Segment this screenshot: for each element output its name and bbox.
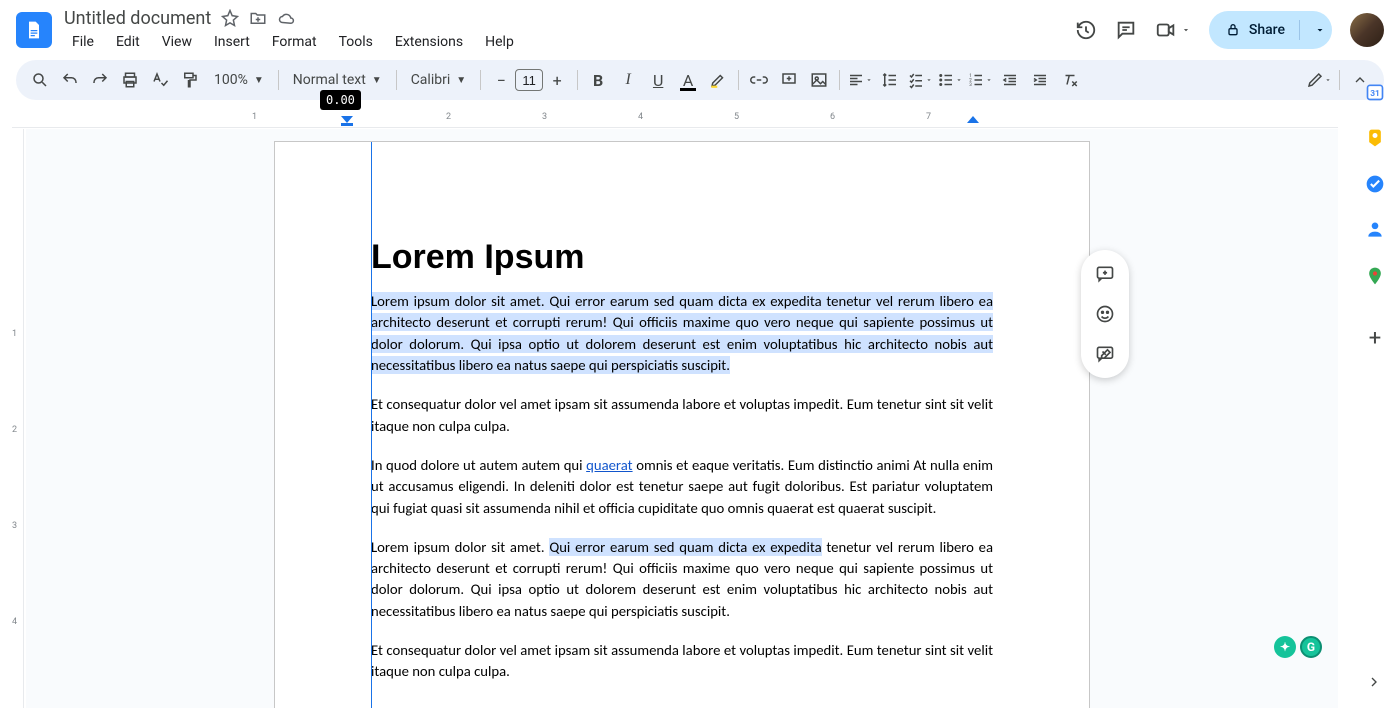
add-comment-icon[interactable]	[775, 66, 803, 94]
menu-bar: File Edit View Insert Format Tools Exten…	[64, 31, 1075, 53]
menu-format[interactable]: Format	[264, 31, 325, 53]
paragraph-style-select[interactable]: Normal text▼	[285, 72, 390, 88]
menu-edit[interactable]: Edit	[108, 31, 148, 53]
comments-icon[interactable]	[1115, 19, 1137, 41]
line-spacing-icon[interactable]	[876, 66, 904, 94]
link[interactable]: quaerat	[586, 456, 632, 474]
meet-button[interactable]	[1155, 19, 1191, 41]
side-panel: 31 +	[1350, 64, 1400, 708]
clear-formatting-icon[interactable]	[1056, 66, 1084, 94]
side-panel-collapse-icon[interactable]	[1366, 674, 1382, 690]
bold-icon[interactable]: B	[584, 66, 612, 94]
share-label: Share	[1249, 22, 1285, 38]
left-indent-marker[interactable]	[341, 116, 353, 128]
font-size-decrease-icon[interactable]: −	[487, 66, 515, 94]
font-select[interactable]: Calibri▼	[403, 72, 474, 88]
menu-help[interactable]: Help	[477, 31, 522, 53]
paragraph[interactable]: Lorem ipsum dolor sit amet. Qui error ea…	[371, 291, 993, 376]
font-size-input[interactable]	[515, 69, 543, 91]
get-addons-icon[interactable]: +	[1369, 326, 1381, 351]
print-icon[interactable]	[116, 66, 144, 94]
maps-icon[interactable]	[1365, 266, 1385, 286]
document-title[interactable]: Untitled document	[64, 8, 211, 29]
svg-text:31: 31	[1370, 89, 1380, 99]
grammarly-widget[interactable]: ✦ G	[1274, 636, 1322, 658]
emoji-reaction-icon[interactable]	[1087, 296, 1123, 332]
indent-tooltip: 0.00	[320, 90, 361, 110]
contacts-icon[interactable]	[1365, 220, 1385, 240]
editing-mode-icon[interactable]	[1305, 66, 1333, 94]
docs-logo-icon[interactable]	[16, 12, 52, 48]
horizontal-ruler[interactable]: 1 2 3 4 5 6 7	[12, 112, 1338, 128]
increase-indent-icon[interactable]	[1026, 66, 1054, 94]
menu-insert[interactable]: Insert	[206, 31, 258, 53]
paragraph[interactable]: In quod dolore ut autem autem qui quaera…	[371, 455, 993, 519]
paint-format-icon[interactable]	[176, 66, 204, 94]
left-margin-guide	[371, 142, 372, 708]
font-size-increase-icon[interactable]: +	[543, 66, 571, 94]
grammarly-bulb-icon[interactable]: ✦	[1274, 636, 1296, 658]
insert-link-icon[interactable]	[745, 66, 773, 94]
doc-heading[interactable]: Lorem Ipsum	[371, 238, 993, 277]
add-comment-icon[interactable]	[1087, 256, 1123, 292]
checklist-icon[interactable]	[906, 66, 934, 94]
history-icon[interactable]	[1075, 19, 1097, 41]
redo-icon[interactable]	[86, 66, 114, 94]
right-indent-marker[interactable]	[967, 116, 979, 128]
tasks-icon[interactable]	[1365, 174, 1385, 194]
zoom-select[interactable]: 100%▼	[206, 72, 272, 88]
toolbar: 100%▼ Normal text▼ Calibri▼ − + B I U A …	[16, 60, 1384, 100]
numbered-list-icon[interactable]: 123	[966, 66, 994, 94]
highlight-icon[interactable]	[704, 66, 732, 94]
italic-icon[interactable]: I	[614, 66, 642, 94]
keep-icon[interactable]	[1365, 128, 1385, 148]
document-canvas[interactable]: Lorem Ipsum Lorem ipsum dolor sit amet. …	[26, 129, 1338, 708]
menu-extensions[interactable]: Extensions	[387, 31, 471, 53]
paragraph[interactable]: Et consequatur dolor vel amet ipsam sit …	[371, 394, 993, 437]
paragraph[interactable]: Lorem ipsum dolor sit amet. Qui error ea…	[371, 537, 993, 622]
menu-view[interactable]: View	[154, 31, 200, 53]
page[interactable]: Lorem Ipsum Lorem ipsum dolor sit amet. …	[274, 141, 1090, 708]
align-icon[interactable]	[846, 66, 874, 94]
bullet-list-icon[interactable]	[936, 66, 964, 94]
menu-file[interactable]: File	[64, 31, 102, 53]
share-button[interactable]: Share	[1209, 11, 1332, 49]
undo-icon[interactable]	[56, 66, 84, 94]
svg-text:3: 3	[969, 82, 972, 88]
vertical-ruler[interactable]: 1 2 3 4	[10, 129, 24, 708]
menu-tools[interactable]: Tools	[331, 31, 381, 53]
paragraph[interactable]: Et consequatur dolor vel amet ipsam sit …	[371, 640, 993, 683]
underline-icon[interactable]: U	[644, 66, 672, 94]
move-icon[interactable]	[249, 9, 267, 27]
text-color-icon[interactable]: A	[674, 66, 702, 94]
insert-image-icon[interactable]	[805, 66, 833, 94]
share-caret-icon[interactable]	[1314, 24, 1326, 36]
suggest-edits-icon[interactable]	[1087, 336, 1123, 372]
account-avatar[interactable]	[1350, 13, 1384, 47]
calendar-icon[interactable]: 31	[1365, 82, 1385, 102]
grammarly-icon[interactable]: G	[1300, 636, 1322, 658]
decrease-indent-icon[interactable]	[996, 66, 1024, 94]
cloud-status-icon[interactable]	[277, 9, 297, 27]
star-icon[interactable]	[221, 9, 239, 27]
spellcheck-icon[interactable]	[146, 66, 174, 94]
search-menus-icon[interactable]	[26, 66, 54, 94]
review-tools-pill	[1081, 250, 1129, 378]
